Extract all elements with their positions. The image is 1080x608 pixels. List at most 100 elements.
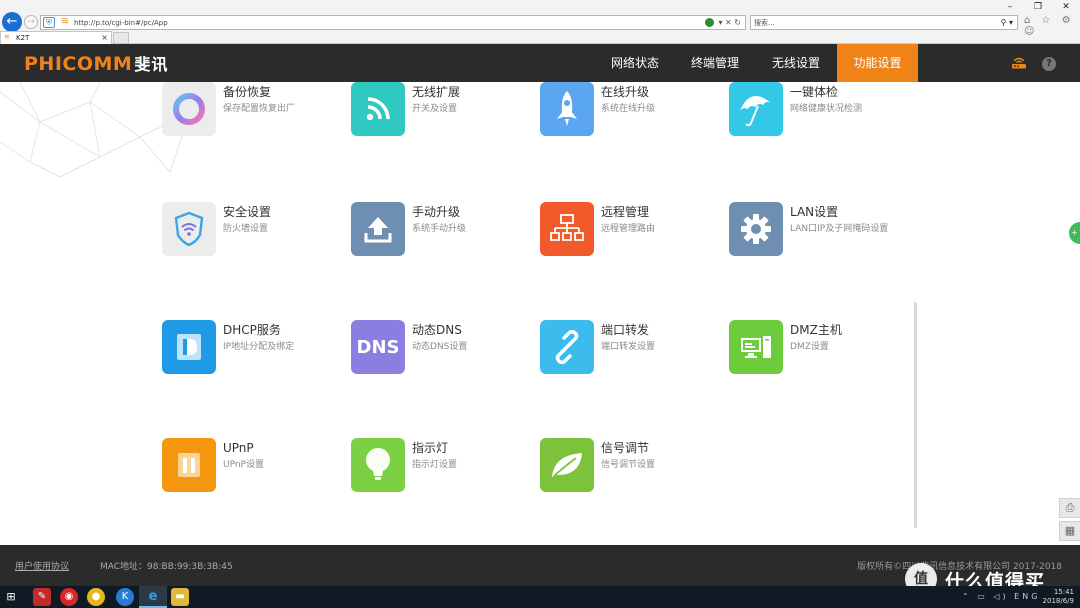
bulb-icon[interactable]	[351, 438, 405, 492]
dns-text-icon[interactable]: DNS	[351, 320, 405, 374]
address-bar[interactable]: ⛨ ≋ http://p.to/cgi-bin#/pc/App ▾ ✕ ↻	[40, 15, 746, 30]
toolbar-icons[interactable]: ⌂ ☆ ⚙ ☺	[1024, 15, 1080, 37]
tile-description: UPnP设置	[223, 460, 264, 470]
clock[interactable]: 15:41 2018/6/9	[1043, 588, 1074, 606]
tab-close-icon[interactable]: ×	[101, 32, 108, 44]
tile-manual-upgrade[interactable]: 手动升级系统手动升级	[351, 202, 541, 262]
address-url[interactable]: http://p.to/cgi-bin#/pc/App	[74, 17, 168, 29]
close-window-button[interactable]: ✕	[1052, 0, 1080, 14]
start-button[interactable]: ⊞	[4, 590, 18, 604]
app-header: PHICOMM 斐讯 网络状态 终端管理 无线设置 功能设置 ?	[0, 44, 1080, 82]
tile-remote-management[interactable]: 远程管理 远程管理路由	[540, 202, 730, 262]
rocket-icon[interactable]	[540, 82, 594, 136]
tile-dynamic-dns[interactable]: DNS 动态DNS 动态DNS设置	[351, 320, 541, 380]
tile-upnp[interactable]: UPnP UPnP设置	[162, 438, 352, 498]
nav-wireless-settings[interactable]: 无线设置	[756, 44, 836, 82]
tile-security-settings[interactable]: 安全设置 防火墙设置	[162, 202, 352, 262]
tile-indicator-light[interactable]: 指示灯 指示灯设置	[351, 438, 541, 498]
tile-dmz-host[interactable]: DMZ主机 DMZ设置	[729, 320, 919, 380]
tile-title[interactable]: 信号调节	[601, 441, 649, 455]
tile-title[interactable]: 手动升级	[412, 205, 460, 219]
tile-dhcp-service[interactable]: DHCP服务 IP地址分配及绑定	[162, 320, 352, 380]
mac-address: MAC地址：98:BB:99:3B:3B:45	[100, 562, 233, 572]
user-agreement-link[interactable]: 用户使用协议	[15, 559, 69, 572]
tile-online-upgrade[interactable]: 在线升级系统在线升级	[540, 82, 730, 142]
search-box[interactable]: 搜索... ⚲ ▾	[750, 15, 1018, 30]
tile-lan-settings[interactable]: LAN设置 LAN口IP及子网掩码设置	[729, 202, 919, 262]
tile-title[interactable]: 动态DNS	[412, 323, 462, 337]
shield-wifi-icon[interactable]	[162, 202, 216, 256]
qrcode-icon[interactable]: ▦	[1059, 521, 1080, 541]
tile-title[interactable]: UPnP	[223, 441, 254, 455]
phicomm-logo: PHICOMM 斐讯	[24, 53, 168, 76]
tile-description: 保存配置恢复出厂	[223, 104, 296, 114]
print-icon[interactable]: ⎙	[1059, 498, 1080, 518]
clock-time: 15:41	[1053, 588, 1074, 596]
computer-icon[interactable]	[729, 320, 783, 374]
forward-button[interactable]: →	[24, 15, 38, 29]
help-icon[interactable]: ?	[1042, 57, 1056, 71]
minimize-button[interactable]: –	[996, 0, 1024, 14]
tab-title: K2T	[16, 34, 30, 42]
tile-description: 网络健康状况检测	[790, 104, 863, 114]
tile-port-forwarding[interactable]: 端口转发端口转发设置	[540, 320, 730, 380]
search-icon[interactable]: ⚲ ▾	[1001, 16, 1013, 29]
windows-taskbar: ⊞ ✎ ◉ ● K e ▬ ⌃ ▭ ◁) ENG 15:41 2018/6/9	[0, 586, 1080, 608]
taskbar-app-2[interactable]: ◉	[60, 588, 78, 606]
tile-description: 防火墙设置	[223, 224, 269, 234]
address-actions[interactable]: ▾ ✕ ↻	[705, 16, 741, 29]
search-placeholder[interactable]: 搜索...	[754, 17, 775, 29]
restore-button[interactable]: ❐	[1024, 0, 1052, 14]
tile-title[interactable]: 安全设置	[223, 205, 271, 219]
nav-device-management[interactable]: 终端管理	[676, 44, 754, 82]
tile-title[interactable]: LAN设置	[790, 205, 838, 219]
upload-icon[interactable]	[351, 202, 405, 256]
nav-function-settings[interactable]: 功能设置	[837, 44, 918, 82]
tile-title[interactable]: 指示灯	[412, 441, 448, 455]
compat-icon[interactable]	[705, 18, 715, 27]
wifi-signal-icon[interactable]	[351, 82, 405, 136]
tile-title[interactable]: DMZ主机	[790, 323, 842, 337]
tile-description: 端口转发设置	[601, 342, 656, 352]
gear-icon[interactable]	[729, 202, 783, 256]
new-tab-button[interactable]	[113, 32, 129, 44]
umbrella-icon[interactable]	[729, 82, 783, 136]
tile-one-click-check[interactable]: 一键体检网络健康状况检测	[729, 82, 919, 142]
taskbar-app-4[interactable]: K	[116, 588, 134, 606]
nav-network-status[interactable]: 网络状态	[596, 44, 674, 82]
tile-backup-restore[interactable]: 备份恢复保存配置恢复出厂	[162, 82, 352, 142]
tile-title[interactable]: 远程管理	[601, 205, 649, 219]
tile-description: 系统手动升级	[412, 224, 467, 234]
router-icon[interactable]	[1011, 57, 1027, 69]
tile-title[interactable]: 备份恢复	[223, 85, 271, 99]
tile-wireless-extend[interactable]: 无线扩展 开关及设置	[351, 82, 541, 142]
back-button[interactable]: ←	[2, 12, 22, 32]
tile-title[interactable]: DHCP服务	[223, 323, 281, 337]
tile-title[interactable]: 在线升级	[601, 85, 649, 99]
tile-signal-adjust[interactable]: 信号调节信号调节设置	[540, 438, 730, 498]
dhcp-d-icon[interactable]	[162, 320, 216, 374]
file-explorer-icon[interactable]: ▬	[171, 588, 189, 606]
scrollbar[interactable]	[914, 302, 917, 528]
tile-description: 信号调节设置	[601, 460, 656, 470]
ie-browser-icon[interactable]: e	[144, 588, 162, 606]
network-tree-icon[interactable]	[540, 202, 594, 256]
clock-date: 2018/6/9	[1042, 597, 1074, 605]
tile-description: 系统在线升级	[601, 104, 656, 114]
leaf-icon[interactable]	[540, 438, 594, 492]
site-security-icon[interactable]: ⛨	[43, 17, 55, 28]
taskbar-app-3[interactable]: ●	[87, 588, 105, 606]
upnp-icon[interactable]	[162, 438, 216, 492]
backup-ring-icon[interactable]	[162, 82, 216, 136]
tile-description: 动态DNS设置	[412, 342, 468, 352]
tab-k2t[interactable]: ≋ K2T ×	[0, 31, 112, 44]
link-icon[interactable]	[540, 320, 594, 374]
tile-title[interactable]: 一键体检	[790, 85, 838, 99]
taskbar-app-1[interactable]: ✎	[33, 588, 51, 606]
tile-title[interactable]: 端口转发	[601, 323, 649, 337]
browser-chrome: ← → ⛨ ≋ http://p.to/cgi-bin#/pc/App ▾ ✕ …	[0, 0, 1080, 44]
address-action-icons[interactable]: ▾ ✕ ↻	[718, 18, 741, 27]
tile-title[interactable]: 无线扩展	[412, 85, 460, 99]
system-tray-icons[interactable]: ⌃ ▭ ◁) ENG	[962, 592, 1040, 601]
side-float-tab[interactable]: +	[1069, 222, 1080, 244]
